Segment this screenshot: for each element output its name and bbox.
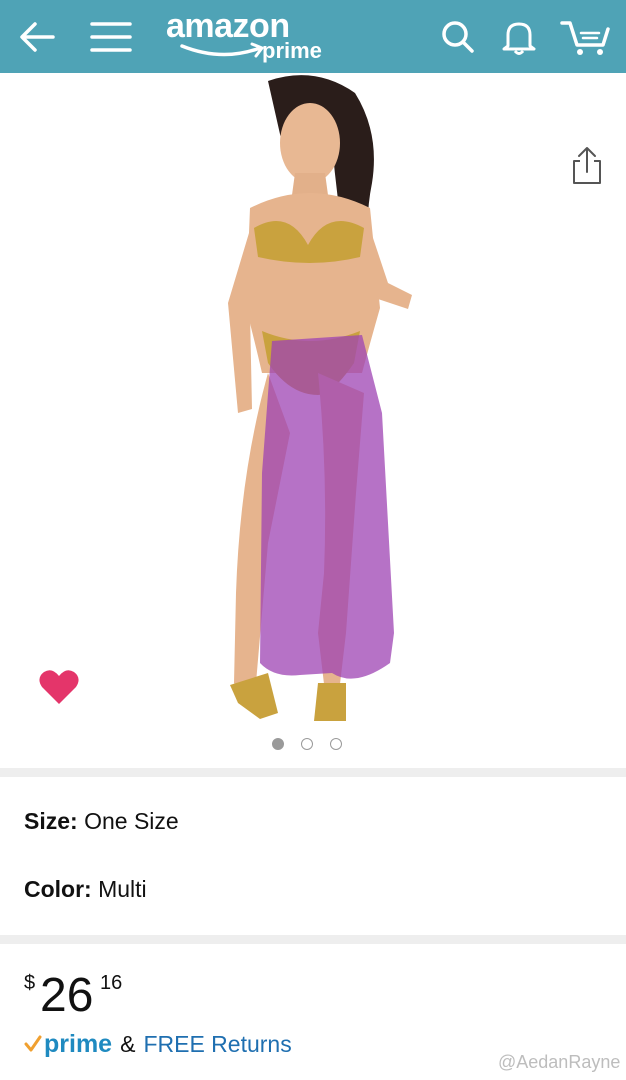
size-label: Size: [24, 808, 78, 834]
search-icon [442, 20, 474, 53]
ampersand-text: & [120, 1030, 136, 1057]
section-divider [0, 935, 626, 944]
cart-button[interactable] [558, 0, 612, 73]
size-row[interactable]: Size: One Size [24, 808, 179, 835]
image-pagination-dots[interactable] [272, 738, 342, 752]
prime-logo: prime [44, 1029, 113, 1058]
product-photo[interactable] [150, 73, 480, 733]
amazon-prime-logo[interactable]: amazon prime [166, 6, 336, 68]
size-value: One Size [84, 808, 179, 834]
color-value: Multi [98, 876, 147, 902]
bell-icon [502, 22, 536, 55]
share-icon[interactable] [568, 145, 606, 187]
menu-button[interactable] [88, 0, 134, 73]
prime-shipping-line: prime & FREE Returns [24, 1024, 292, 1064]
color-row[interactable]: Color: Multi [24, 876, 147, 903]
pagination-dot-1[interactable] [272, 738, 284, 750]
pagination-dot-2[interactable] [301, 738, 313, 750]
back-arrow-icon [20, 21, 55, 52]
price-whole: 26 [40, 969, 94, 1022]
free-returns-link[interactable]: FREE Returns [143, 1031, 291, 1058]
back-button[interactable] [14, 0, 60, 73]
logo-sub: prime [262, 38, 322, 63]
product-image-gallery[interactable] [0, 73, 626, 768]
top-nav-bar: amazon prime [0, 0, 626, 73]
favorite-heart-icon[interactable] [38, 668, 80, 706]
color-label: Color: [24, 876, 92, 902]
price-currency: $ [24, 972, 36, 994]
search-button[interactable] [436, 0, 480, 73]
section-divider [0, 768, 626, 777]
pagination-dot-3[interactable] [330, 738, 342, 750]
prime-check-icon [24, 1035, 42, 1052]
logo-smile-icon [180, 42, 264, 58]
notifications-button[interactable] [496, 0, 542, 73]
price-fraction: 16 [100, 972, 123, 994]
cart-icon [560, 20, 610, 55]
watermark-text: @AedanRayne [498, 1052, 621, 1072]
menu-icon [90, 21, 132, 52]
